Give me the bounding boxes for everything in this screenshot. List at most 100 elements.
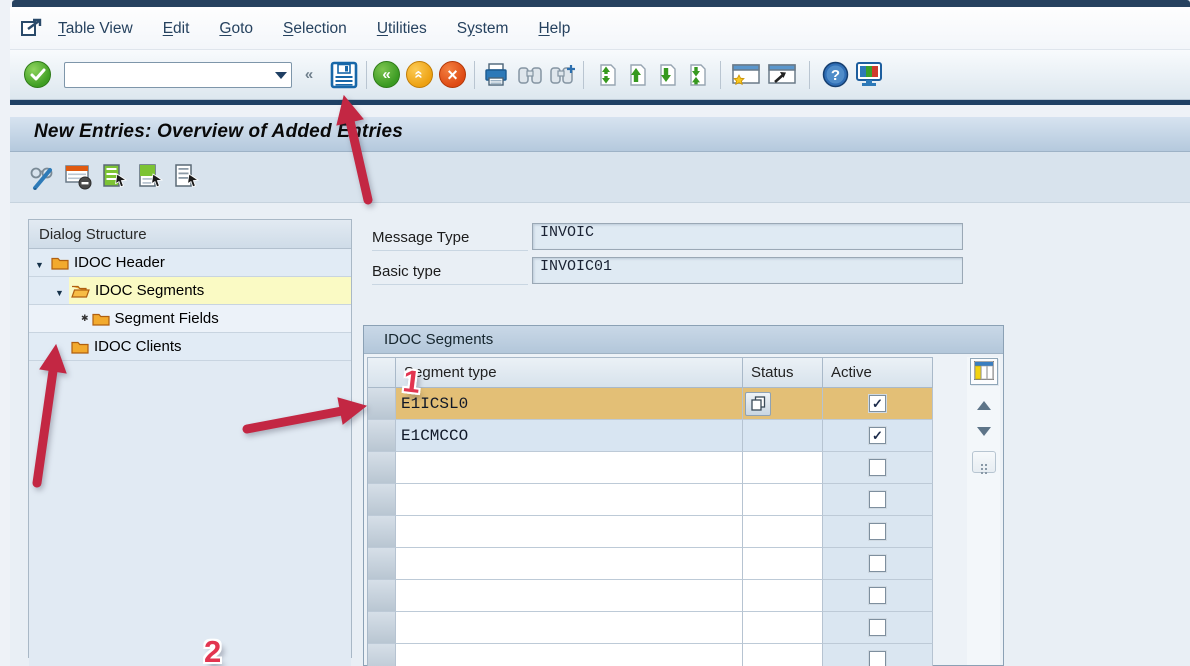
row-selector[interactable] [368,484,396,516]
segment-type-cell[interactable] [396,580,743,612]
segment-type-cell[interactable] [396,452,743,484]
menu-utilities[interactable]: Utilities [377,20,427,38]
active-checkbox[interactable] [869,555,886,572]
table-row [368,612,933,644]
row-selector[interactable] [368,420,396,452]
active-checkbox[interactable] [869,491,886,508]
table-config-button[interactable] [970,358,998,385]
menu-help[interactable]: Help [538,20,570,38]
active-checkbox[interactable]: ✓ [869,395,886,412]
page-down-icon[interactable] [654,63,678,87]
basic-type-field[interactable]: INVOIC01 [532,257,963,284]
header-active[interactable]: Active [823,358,933,388]
menu-goto[interactable]: Goto [219,20,253,38]
segment-type-cell[interactable] [396,548,743,580]
folder-icon [51,256,69,270]
dialog-structure-header: Dialog Structure [29,220,351,249]
toolbar-separator [366,61,367,89]
toolbar-separator [809,61,810,89]
active-checkbox[interactable] [869,459,886,476]
row-selector[interactable] [368,612,396,644]
status-cell [743,388,823,420]
scroll-up-icon[interactable] [972,399,996,415]
window-top-edge [12,0,1190,7]
table-header-row: Segment type Status Active [368,358,933,388]
header-segment-type[interactable]: Segment type [396,358,743,388]
tree-node-label: IDOC Clients [94,338,182,355]
menu-table-view[interactable]: Table View [58,20,133,38]
find-icon[interactable] [517,64,543,86]
tree-node-idoc-segments[interactable]: IDOC Segments [29,277,351,305]
active-checkbox[interactable] [869,523,886,540]
segment-type-cell[interactable] [396,644,743,666]
message-type-label: Message Type [372,224,528,251]
active-checkbox[interactable]: ✓ [869,427,886,444]
menu-selection[interactable]: Selection [283,20,347,38]
first-page-icon[interactable] [594,63,618,87]
help-icon[interactable]: ? [822,61,849,88]
select-all-icon[interactable] [100,162,130,192]
command-input[interactable] [64,62,292,88]
row-selector[interactable] [368,644,396,666]
status-cell [743,580,823,612]
copy-icon[interactable] [745,392,771,416]
tree-node-segment-fields[interactable]: ✱ Segment Fields [29,305,351,333]
save-button[interactable] [330,61,358,89]
row-selector[interactable] [368,516,396,548]
command-field-dropdown-icon[interactable] [275,72,287,79]
menu-edit[interactable]: Edit [163,20,190,38]
command-field[interactable] [64,62,292,88]
status-cell [743,644,823,666]
table-title: IDOC Segments [364,326,1003,354]
back-icon[interactable] [373,61,400,88]
segment-type-cell[interactable] [396,516,743,548]
status-cell [743,548,823,580]
exit-icon[interactable] [439,61,466,88]
segment-type-cell[interactable] [396,612,743,644]
header-status[interactable]: Status [743,358,823,388]
message-type-field[interactable]: INVOIC [532,223,963,250]
application-toolbar [10,152,1190,203]
row-selector[interactable] [368,580,396,612]
menu-control-icon[interactable] [20,16,44,40]
menu-items: Table View Edit Goto Selection Utilities… [58,7,570,50]
collapse-toolbar-icon[interactable] [298,67,320,82]
toolbar-separator [474,61,475,89]
menu-system[interactable]: System [457,20,509,38]
customize-layout-icon[interactable] [855,62,883,88]
scroll-grip[interactable] [972,451,996,473]
segment-type-cell[interactable]: E1ICSL0 [396,388,743,420]
deselect-all-icon[interactable] [172,162,202,192]
active-checkbox[interactable] [869,587,886,604]
row-selector[interactable] [368,452,396,484]
find-next-icon[interactable] [549,64,575,86]
display-change-icon[interactable] [28,162,58,192]
delete-entry-icon[interactable] [64,162,94,192]
tree-node-idoc-header[interactable]: IDOC Header [29,249,351,277]
active-checkbox[interactable] [869,651,886,666]
create-shortcut-icon[interactable] [767,63,797,87]
page-up-icon[interactable] [624,63,648,87]
expander-icon[interactable] [35,258,45,268]
segment-type-cell[interactable] [396,484,743,516]
header-selector-cell[interactable] [368,358,396,388]
tree-node-label: IDOC Segments [95,282,204,299]
row-selector[interactable] [368,388,396,420]
tree-node-label: IDOC Header [74,254,165,271]
tree-node-idoc-clients[interactable]: IDOC Clients [29,333,351,361]
segment-type-cell[interactable]: E1CMCCO [396,420,743,452]
status-cell [743,420,823,452]
last-page-icon[interactable] [684,63,708,87]
expander-icon[interactable] [55,286,65,296]
table-row [368,452,933,484]
new-session-icon[interactable] [731,63,761,87]
enter-button[interactable] [24,61,51,88]
print-icon[interactable] [483,63,509,87]
page-title: New Entries: Overview of Added Entries [34,121,403,143]
up-icon[interactable] [406,61,433,88]
select-block-icon[interactable] [136,162,166,192]
scroll-down-icon[interactable] [972,425,996,441]
active-checkbox[interactable] [869,619,886,636]
row-selector[interactable] [368,548,396,580]
active-cell [823,644,933,666]
